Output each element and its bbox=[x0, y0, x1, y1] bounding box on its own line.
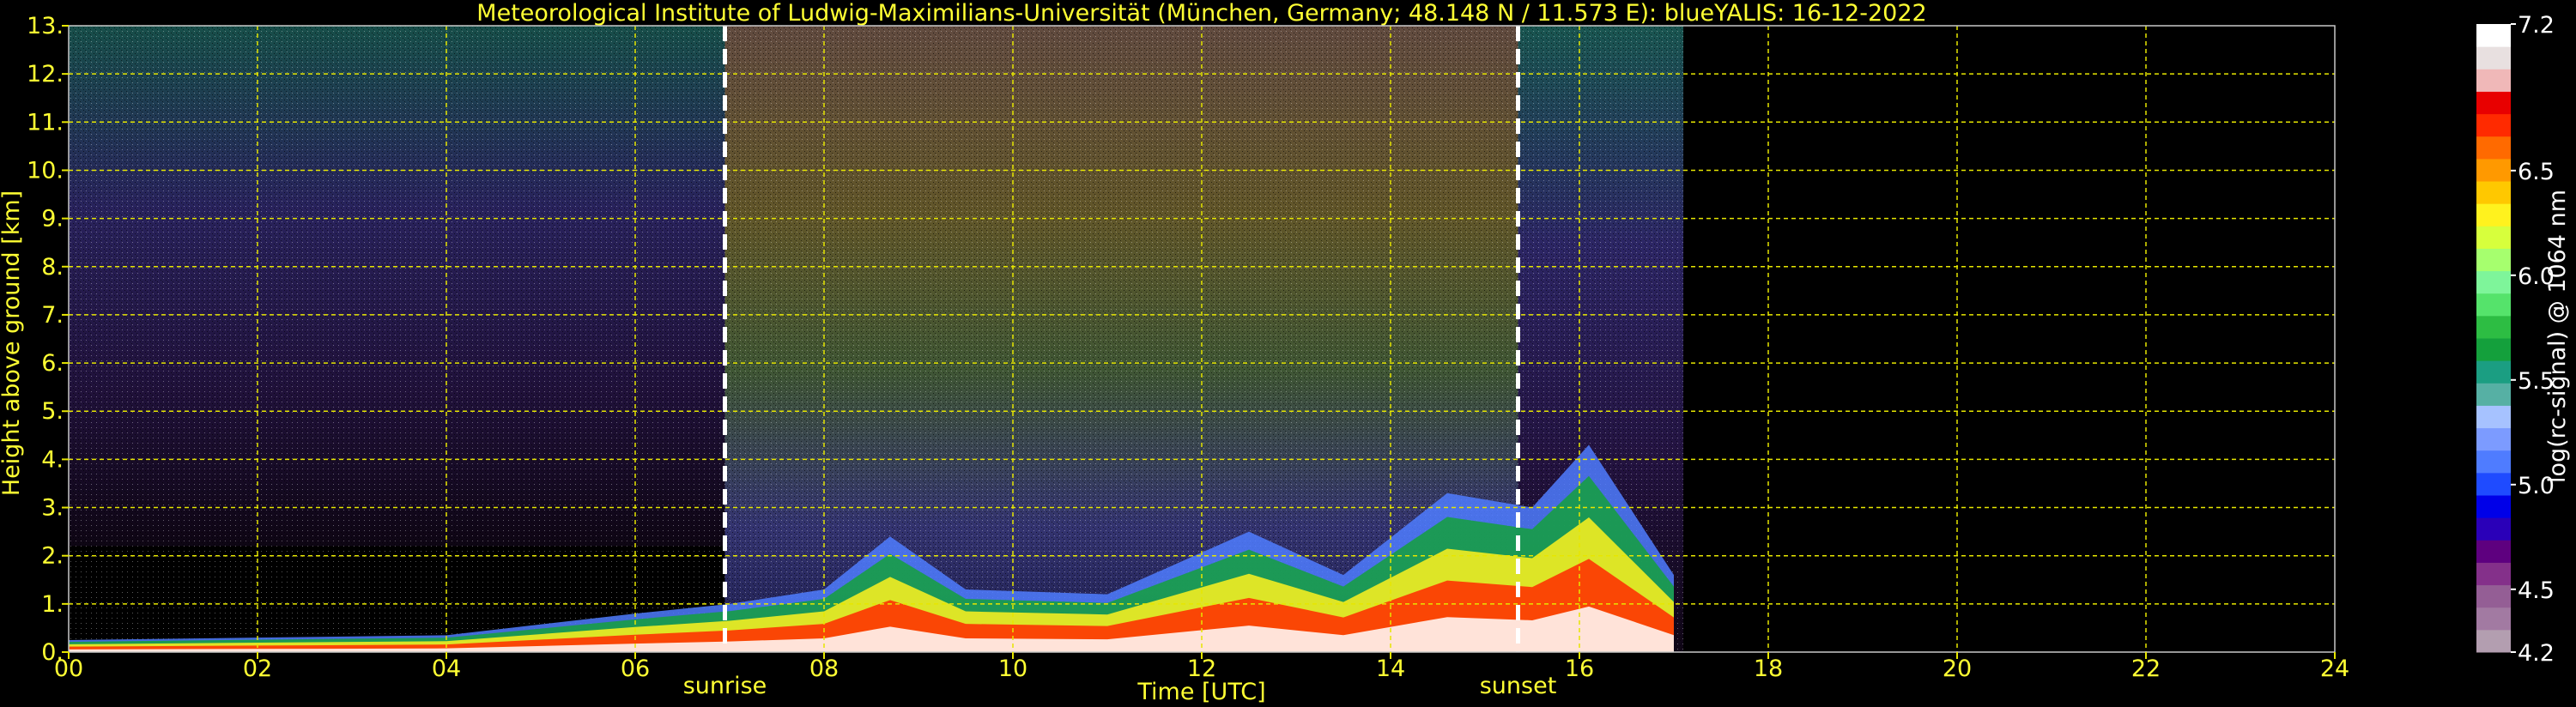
colorbar-swatch bbox=[2476, 540, 2511, 563]
x-tick-label: 18 bbox=[1754, 656, 1783, 682]
y-tick-label: 8. bbox=[41, 254, 64, 281]
x-tick-label: 04 bbox=[432, 656, 461, 682]
colorbar-label: log(rc-signal) @ 1064 nm bbox=[2544, 190, 2571, 483]
colorbar-swatch bbox=[2476, 495, 2511, 518]
x-tick-label: 16 bbox=[1565, 656, 1594, 682]
colorbar-swatch bbox=[2476, 203, 2511, 227]
colorbar-swatch bbox=[2476, 24, 2511, 47]
x-tick-label: 14 bbox=[1376, 656, 1405, 682]
y-tick-label: 6. bbox=[41, 350, 64, 377]
event-label-sunrise: sunrise bbox=[683, 673, 767, 699]
chart-title: Meteorological Institute of Ludwig-Maxim… bbox=[476, 0, 1926, 27]
y-tick-label: 13. bbox=[27, 13, 64, 39]
x-tick-label: 22 bbox=[2131, 656, 2161, 682]
colorbar-swatch bbox=[2476, 450, 2511, 474]
y-tick-label: 12. bbox=[27, 61, 64, 88]
colorbar-swatch bbox=[2476, 181, 2511, 204]
colorbar-swatch bbox=[2476, 136, 2511, 160]
colorbar-swatch bbox=[2476, 584, 2511, 608]
y-tick-label: 5. bbox=[41, 398, 64, 425]
x-tick-label: 20 bbox=[1943, 656, 1972, 682]
colorbar-tick-label: 4.2 bbox=[2518, 640, 2555, 667]
colorbar-swatch bbox=[2476, 270, 2511, 294]
colorbar-swatch bbox=[2476, 113, 2511, 137]
y-tick-label: 2. bbox=[41, 543, 64, 570]
event-label-sunset: sunset bbox=[1480, 673, 1557, 699]
x-tick-label: 24 bbox=[2320, 656, 2349, 682]
colorbar-swatch bbox=[2476, 46, 2511, 69]
colorbar-swatch bbox=[2476, 383, 2511, 406]
colorbar-tick-label: 6.5 bbox=[2518, 159, 2555, 185]
colorbar-swatch bbox=[2476, 562, 2511, 586]
colorbar-swatch bbox=[2476, 427, 2511, 451]
x-axis-label: Time [UTC] bbox=[1136, 679, 1265, 705]
colorbar-swatch bbox=[2476, 629, 2511, 653]
colorbar-swatch bbox=[2476, 338, 2511, 361]
x-tick-label: 06 bbox=[621, 656, 650, 682]
colorbar: 4.24.55.05.56.06.57.2 bbox=[2476, 12, 2555, 667]
y-tick-label: 7. bbox=[41, 302, 64, 329]
colorbar-tick-label: 4.5 bbox=[2518, 577, 2555, 604]
colorbar-swatch bbox=[2476, 69, 2511, 92]
colorbar-swatch bbox=[2476, 91, 2511, 115]
colorbar-swatch bbox=[2476, 293, 2511, 317]
x-tick-label: 08 bbox=[809, 656, 839, 682]
lidar-chart: Meteorological Institute of Ludwig-Maxim… bbox=[0, 0, 2571, 705]
colorbar-swatch bbox=[2476, 158, 2511, 182]
colorbar-swatch bbox=[2476, 517, 2511, 541]
y-tick-label: 9. bbox=[41, 206, 64, 233]
colorbar-swatch bbox=[2476, 405, 2511, 429]
y-tick-label: 4. bbox=[41, 446, 64, 473]
y-tick-label: 1. bbox=[41, 591, 64, 618]
colorbar-swatch bbox=[2476, 360, 2511, 384]
y-tick-label: 10. bbox=[27, 157, 64, 184]
y-tick-label: 11. bbox=[27, 109, 64, 136]
x-tick-label: 10 bbox=[998, 656, 1027, 682]
colorbar-swatch bbox=[2476, 607, 2511, 631]
y-tick-label: 0. bbox=[41, 639, 64, 666]
y-axis-label: Height above ground [km] bbox=[0, 190, 25, 496]
x-tick-label: 02 bbox=[243, 656, 272, 682]
colorbar-swatch bbox=[2476, 315, 2511, 339]
y-tick-label: 3. bbox=[41, 495, 64, 522]
colorbar-swatch bbox=[2476, 248, 2511, 272]
colorbar-tick-label: 7.2 bbox=[2518, 12, 2555, 39]
colorbar-swatch bbox=[2476, 472, 2511, 496]
colorbar-swatch bbox=[2476, 226, 2511, 249]
